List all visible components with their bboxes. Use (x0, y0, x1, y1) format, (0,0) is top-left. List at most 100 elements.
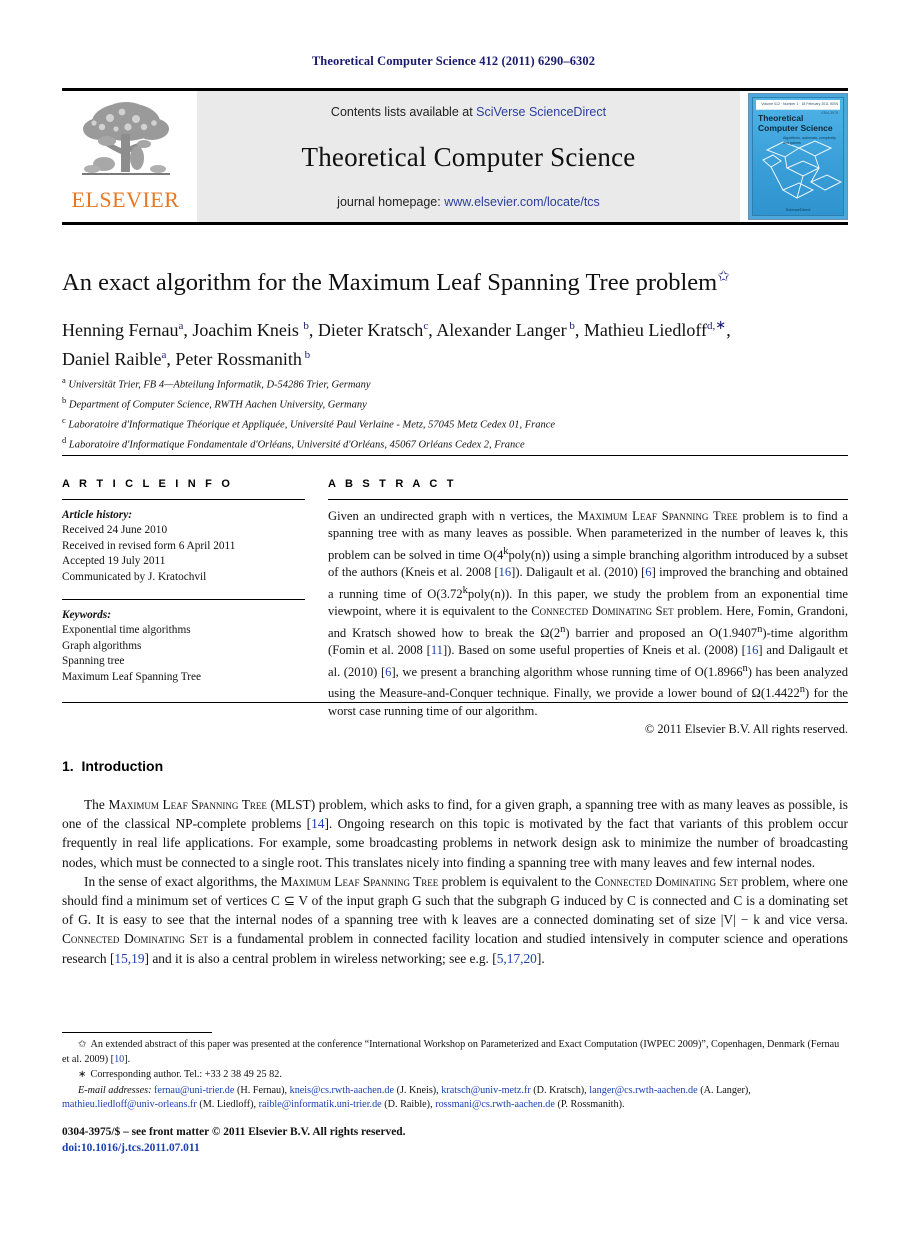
keywords-title: Keywords: (62, 609, 111, 622)
article-info-rule (62, 499, 305, 500)
body-seg: In the sense of exact algorithms, the (84, 873, 281, 889)
body-smallcaps: Maximum Leaf Spanning Tree (280, 873, 439, 889)
journal-homepage-link[interactable]: www.elsevier.com/locate/tcs (444, 195, 600, 209)
article-history-group: Article history: Received 24 June 2010 R… (62, 508, 305, 585)
cover-subtitle: Algorithms, automata, complexity and gam… (783, 136, 836, 145)
abs-seg: Given an undirected graph with n vertice… (328, 509, 578, 523)
homepage-prefix: journal homepage: (337, 195, 445, 209)
info-section-top-rule (62, 455, 848, 456)
journal-cover-thumbnail[interactable]: Volume 412 · Number 1 · 18 February 2011… (748, 93, 848, 220)
elsevier-logo: ELSEVIER (62, 91, 189, 222)
body-smallcaps: Maximum Leaf Spanning Tree (108, 797, 267, 812)
citation-ref[interactable]: 5,17,20 (497, 951, 537, 966)
footnote-star-text: An extended abstract of this paper was p… (62, 1039, 840, 1065)
affiliation-c: c Laboratoire d'Informatique Théorique e… (62, 414, 556, 431)
footnote-corr-text: Corresponding author. Tel.: +33 2 38 49 … (90, 1069, 282, 1081)
abs-smallcaps: Maximum Leaf Spanning Tree (577, 509, 738, 523)
footnote-star-mark: ✩ (78, 1039, 87, 1050)
keyword-item: Maximum Leaf Spanning Tree (62, 670, 201, 683)
citation-ref[interactable]: 10 (114, 1054, 124, 1065)
email-link[interactable]: kneis@cs.rwth-aachen.de (290, 1085, 394, 1096)
citation-ref[interactable]: 14 (311, 816, 324, 831)
citation-ref[interactable]: 16 (499, 565, 512, 579)
cover-bottom-mark: ScienceDirect (785, 207, 811, 212)
footnote-star-text-end: ]. (124, 1053, 131, 1065)
citation-ref[interactable]: 16 (746, 643, 759, 657)
section-heading-introduction: 1. Introduction (62, 758, 163, 774)
email-owner: (H. Fernau), (234, 1084, 290, 1096)
issn-copyright-line: 0304-3975/$ – see front matter © 2011 El… (62, 1126, 406, 1138)
section-number: 1. (62, 758, 74, 774)
abstract-column: A B S T R A C T Given an undirected grap… (328, 478, 848, 737)
keywords-group: Keywords: Exponential time algorithms Gr… (62, 608, 305, 685)
contents-prefix: Contents lists available at (330, 105, 477, 119)
title-footnote-mark: ✩ (717, 269, 730, 285)
email-link[interactable]: mathieu.liedloff@univ-orleans.fr (62, 1099, 197, 1110)
footnote-corr-mark: ∗ (78, 1069, 87, 1081)
email-link[interactable]: rossmani@cs.rwth-aachen.de (435, 1099, 555, 1110)
cover-inner: Volume 412 · Number 1 · 18 February 2011… (752, 97, 844, 216)
affiliation-b: b Department of Computer Science, RWTH A… (62, 394, 367, 411)
section-title: Introduction (81, 758, 164, 774)
body-seg: problem is equivalent to the (438, 873, 595, 889)
doi-link[interactable]: doi:10.1016/j.tcs.2011.07.011 (62, 1140, 662, 1156)
footnote-block: ✩ An extended abstract of this paper was … (62, 1038, 848, 1114)
article-info-heading: A R T I C L E I N F O (62, 478, 234, 490)
affiliation-list: a Universität Trier, FB 4—Abteilung Info… (62, 373, 848, 453)
affiliation-c-text: Laboratoire d'Informatique Théorique et … (68, 419, 556, 431)
elsevier-wordmark: ELSEVIER (71, 187, 180, 212)
imprint-block: 0304-3975/$ – see front matter © 2011 El… (62, 1124, 662, 1156)
email-link[interactable]: raible@informatik.uni-trier.de (259, 1099, 382, 1110)
abstract-bottom-rule (62, 702, 848, 703)
email-owner: (A. Langer), (697, 1084, 751, 1096)
email-owner: (P. Rossmanith). (554, 1099, 625, 1111)
author-list: Henning Fernaua, Joachim Kneis b, Dieter… (62, 312, 848, 372)
body-seg: ]. (536, 950, 545, 966)
email-link[interactable]: langer@cs.rwth-aachen.de (589, 1085, 697, 1096)
abs-smallcaps: Connected Dominating Set (531, 604, 674, 619)
author-line-1: Henning Fernaua, Joachim Kneis b, Dieter… (62, 317, 731, 341)
email-owner: (M. Liedloff), (196, 1099, 259, 1111)
abs-seg: ]). Based on some useful properties of K… (442, 643, 746, 658)
citation-ref[interactable]: 15,19 (114, 951, 144, 966)
email-link[interactable]: fernau@uni-trier.de (154, 1085, 234, 1096)
introduction-body: The Maximum Leaf Spanning Tree (MLST) pr… (62, 795, 848, 968)
footnote-rule (62, 1032, 212, 1033)
keyword-item: Graph algorithms (62, 639, 142, 652)
running-head: Theoretical Computer Science 412 (2011) … (311, 54, 596, 68)
article-history-title: Article history: (62, 509, 132, 521)
abs-seg: ]). Daligault et al. (2010) [ (511, 565, 646, 580)
history-item: Accepted 19 July 2011 (62, 555, 166, 568)
affiliation-d: d Laboratoire d'Informatique Fondamental… (62, 434, 525, 451)
keyword-item: Exponential time algorithms (62, 624, 191, 637)
affiliation-a-text: Universität Trier, FB 4—Abteilung Inform… (68, 379, 371, 391)
abstract-rule (328, 499, 848, 500)
footnote-star: ✩ An extended abstract of this paper was … (62, 1038, 848, 1067)
paper-page: Theoretical Computer Science 412 (2011) … (0, 0, 907, 1238)
keyword-item: Spanning tree (62, 655, 125, 668)
email-owner: (J. Kneis), (394, 1084, 442, 1096)
footnote-corresponding-author: ∗ Corresponding author. Tel.: +33 2 38 49… (62, 1068, 848, 1083)
body-smallcaps: Connected Dominating Set (62, 931, 208, 947)
cover-title-line1: Theoretical (758, 113, 804, 123)
affiliation-d-text: Laboratoire d'Informatique Fondamentale … (68, 439, 525, 451)
author-line-2: Daniel Raiblea, Peter Rossmanith b (62, 349, 311, 370)
body-seg: The (84, 797, 109, 812)
affiliation-a: a Universität Trier, FB 4—Abteilung Info… (62, 375, 371, 391)
elsevier-tree-icon (73, 96, 178, 188)
abs-seg: ) barrier and proposed an O(1.9407 (565, 626, 758, 640)
abs-seg: ], we present a branching algorithm whos… (391, 665, 743, 679)
history-item: Received 24 June 2010 (62, 524, 168, 537)
journal-band: Contents lists available at SciVerse Sci… (197, 91, 740, 222)
citation-ref[interactable]: 11 (431, 643, 443, 657)
email-owner: (D. Raible), (381, 1099, 436, 1111)
contents-available-line: Contents lists available at SciVerse Sci… (331, 105, 606, 119)
email-link[interactable]: kratsch@univ-metz.fr (441, 1085, 530, 1096)
history-item: Received in revised form 6 April 2011 (62, 539, 236, 552)
title-block: An exact algorithm for the Maximum Leaf … (62, 262, 848, 372)
article-info-column: A R T I C L E I N F O Article history: R… (62, 478, 305, 685)
page-title: An exact algorithm for the Maximum Leaf … (62, 262, 848, 298)
journal-homepage-line: journal homepage: www.elsevier.com/locat… (337, 195, 600, 209)
sciencedirect-link[interactable]: SciVerse ScienceDirect (476, 105, 606, 119)
